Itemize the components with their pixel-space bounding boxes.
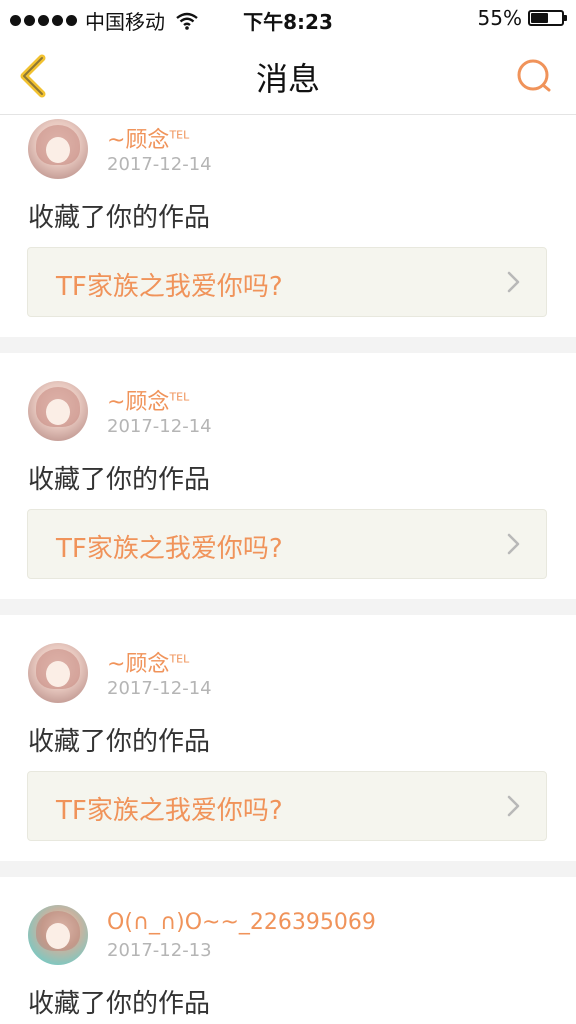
work-title: TF家族之我爱你吗? [56,272,283,302]
card-separator [0,861,576,877]
work-link[interactable]: TF家族之我爱你吗? [27,247,547,317]
username[interactable]: ~顾念TEL [107,384,189,416]
avatar[interactable] [28,643,88,703]
username[interactable]: O(∩_∩)O~~_226395069 [107,910,376,935]
chevron-right-icon [507,533,520,555]
card-separator [0,599,576,615]
avatar[interactable] [28,905,88,965]
work-link[interactable]: TF家族之我爱你吗? [27,771,547,841]
message-action-text: 收藏了你的作品 [28,727,211,757]
message-date: 2017-12-14 [107,154,212,175]
message-date: 2017-12-13 [107,940,212,961]
avatar[interactable] [28,381,88,441]
message-date: 2017-12-14 [107,416,212,437]
message-list[interactable]: ~顾念TEL 2017-12-14 收藏了你的作品 TF家族之我爱你吗? ~顾念… [0,115,576,1024]
search-icon [517,59,551,92]
user-badge: TEL [169,652,190,666]
message-card: O(∩_∩)O~~_226395069 2017-12-13 收藏了你的作品 [0,877,576,1024]
work-link[interactable]: TF家族之我爱你吗? [27,509,547,579]
message-card: ~顾念TEL 2017-12-14 收藏了你的作品 TF家族之我爱你吗? [0,353,576,599]
message-date: 2017-12-14 [107,678,212,699]
avatar[interactable] [28,119,88,179]
username[interactable]: ~顾念TEL [107,646,189,678]
user-badge: TEL [169,390,190,404]
user-badge: TEL [169,128,190,142]
work-title: TF家族之我爱你吗? [56,534,283,564]
message-action-text: 收藏了你的作品 [28,989,211,1019]
status-bar: 中国移动 下午8:23 55% [0,0,576,36]
page-title: 消息 [255,60,320,98]
battery-icon [528,10,567,26]
message-action-text: 收藏了你的作品 [28,465,211,495]
message-card: ~顾念TEL 2017-12-14 收藏了你的作品 TF家族之我爱你吗? [0,115,576,337]
chevron-right-icon [507,271,520,293]
status-right: 55% [477,6,567,30]
work-title: TF家族之我爱你吗? [56,796,283,826]
nav-bar: 消息 [0,36,576,115]
message-action-text: 收藏了你的作品 [28,203,211,233]
card-separator [0,337,576,353]
message-card: ~顾念TEL 2017-12-14 收藏了你的作品 TF家族之我爱你吗? [0,615,576,861]
username[interactable]: ~顾念TEL [107,122,189,154]
chevron-right-icon [507,795,520,817]
battery-percent: 55% [477,6,522,30]
search-button[interactable] [514,56,554,96]
